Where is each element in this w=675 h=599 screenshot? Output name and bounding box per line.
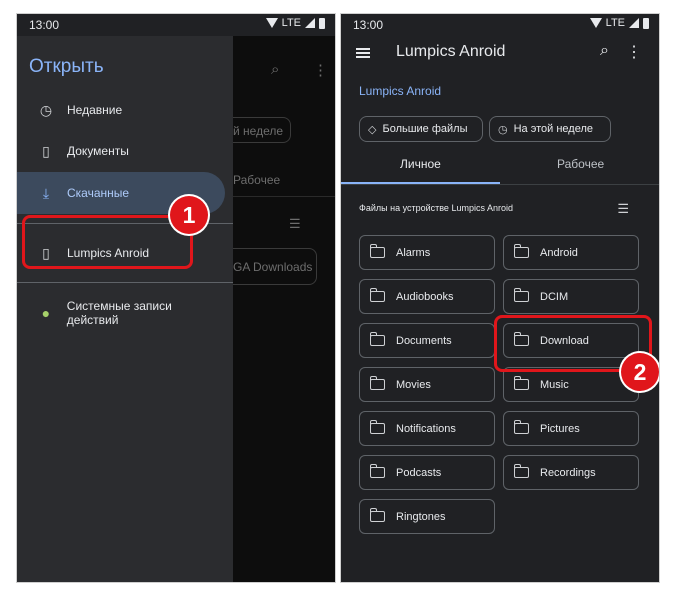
folder-icon [369,244,385,258]
search-icon: ⌕ [271,61,280,78]
folder-icon [369,420,385,434]
folder-item[interactable]: DCIM [503,279,639,314]
left-screen: 13:00 LTE ⌕ ⋮ й неделе Рабочее ☰ GA Down… [17,14,335,582]
navigation-drawer: Открыть ◷ Недавние ▯ Документы ⤓ Скачанн… [17,36,233,582]
nav-item-recent[interactable]: ◷ Недавние [17,90,225,130]
bg-folder-text: GA Downloads [233,260,313,274]
status-time: 13:00 [29,18,60,32]
folder-label: Recordings [540,466,596,479]
folder-icon [513,464,529,478]
folder-item[interactable]: Alarms [359,235,495,270]
folder-item[interactable]: Audiobooks [359,279,495,314]
folder-item[interactable]: Podcasts [359,455,495,490]
folder-label: Notifications [396,422,456,435]
app-bar-title: Lumpics Anroid [396,43,506,60]
network-label: LTE [605,17,625,29]
folder-item[interactable]: Movies [359,367,495,402]
divider [17,282,233,283]
folder-item[interactable]: Notifications [359,411,495,446]
folder-label: Alarms [396,246,431,259]
chip-label: На этой неделе [513,123,593,135]
document-icon: ▯ [42,142,50,159]
folder-icon [369,464,385,478]
right-screen: 13:00 LTE Lumpics Anroid ⌕ ⋮ Lumpics Anr… [341,14,659,582]
search-icon[interactable]: ⌕ [600,42,609,60]
list-view-icon[interactable]: ☰ [617,201,629,217]
nav-label: Системные записи действий [66,299,172,327]
status-bar: 13:00 LTE [341,14,659,36]
folder-label: DCIM [540,290,569,303]
signal-icon [305,18,315,28]
chip-large-files[interactable]: ◇ Большие файлы [359,116,483,142]
network-label: LTE [281,17,301,29]
more-icon: ⋮ [313,62,328,79]
status-time: 13:00 [353,18,384,32]
chip-label: Большие файлы [382,123,468,135]
android-icon: ● [41,305,51,321]
history-icon: ◷ [498,123,508,136]
nav-item-system-logs[interactable]: ● Системные записи действий [17,293,225,333]
folder-item[interactable]: Recordings [503,455,639,490]
top-app-bar: Lumpics Anroid ⌕ ⋮ [341,36,659,72]
clock-icon: ◷ [39,101,53,118]
nav-label: Скачанные [67,186,130,200]
folder-icon [369,332,385,346]
folder-label: Documents [396,334,452,347]
highlight-box [22,215,193,269]
dimmed-background: ⌕ ⋮ й неделе Рабочее ☰ GA Downloads [223,36,335,582]
step-badge: 1 [170,196,208,234]
tab-divider [341,184,659,185]
folder-label: Ringtones [396,510,446,523]
folder-item[interactable]: Documents [359,323,495,358]
step-badge: 2 [621,353,659,391]
menu-icon[interactable] [356,48,370,58]
breadcrumb[interactable]: Lumpics Anroid [359,84,441,98]
folder-label: Movies [396,378,431,391]
folder-item[interactable]: Ringtones [359,499,495,534]
folder-item[interactable]: Pictures [503,411,639,446]
folder-label: Pictures [540,422,580,435]
signal-icon [629,18,639,28]
folder-icon [369,508,385,522]
section-header: Файлы на устройстве Lumpics Anroid [359,203,513,213]
tag-icon: ◇ [368,123,377,136]
folder-item[interactable]: Android [503,235,639,270]
folder-label: Music [540,378,569,391]
folder-item[interactable]: Music [503,367,639,402]
wifi-icon [589,18,602,28]
folder-icon [513,376,529,390]
folder-icon [513,244,529,258]
more-icon[interactable]: ⋮ [626,42,642,62]
folder-label: Podcasts [396,466,442,479]
folder-icon [513,420,529,434]
status-bar: 13:00 LTE [17,14,335,36]
tab-personal[interactable]: Личное [400,157,441,171]
drawer-title: Открыть [29,56,104,77]
nav-label: Недавние [67,103,123,117]
folder-icon [369,376,385,390]
battery-icon [319,17,325,29]
bg-chip-text: й неделе [233,124,284,138]
wifi-icon [265,18,278,28]
bg-tab-text: Рабочее [233,173,281,187]
tab-work[interactable]: Рабочее [557,157,604,171]
chip-this-week[interactable]: ◷ На этой неделе [489,116,611,142]
download-icon: ⤓ [42,184,50,201]
tab-indicator [341,182,500,184]
battery-icon [643,17,649,29]
folder-label: Android [540,246,578,259]
nav-item-documents[interactable]: ▯ Документы [17,131,225,171]
folder-label: Audiobooks [396,290,454,303]
bg-list-icon: ☰ [289,216,301,231]
folder-icon [513,288,529,302]
nav-label: Документы [67,144,129,158]
folder-icon [369,288,385,302]
